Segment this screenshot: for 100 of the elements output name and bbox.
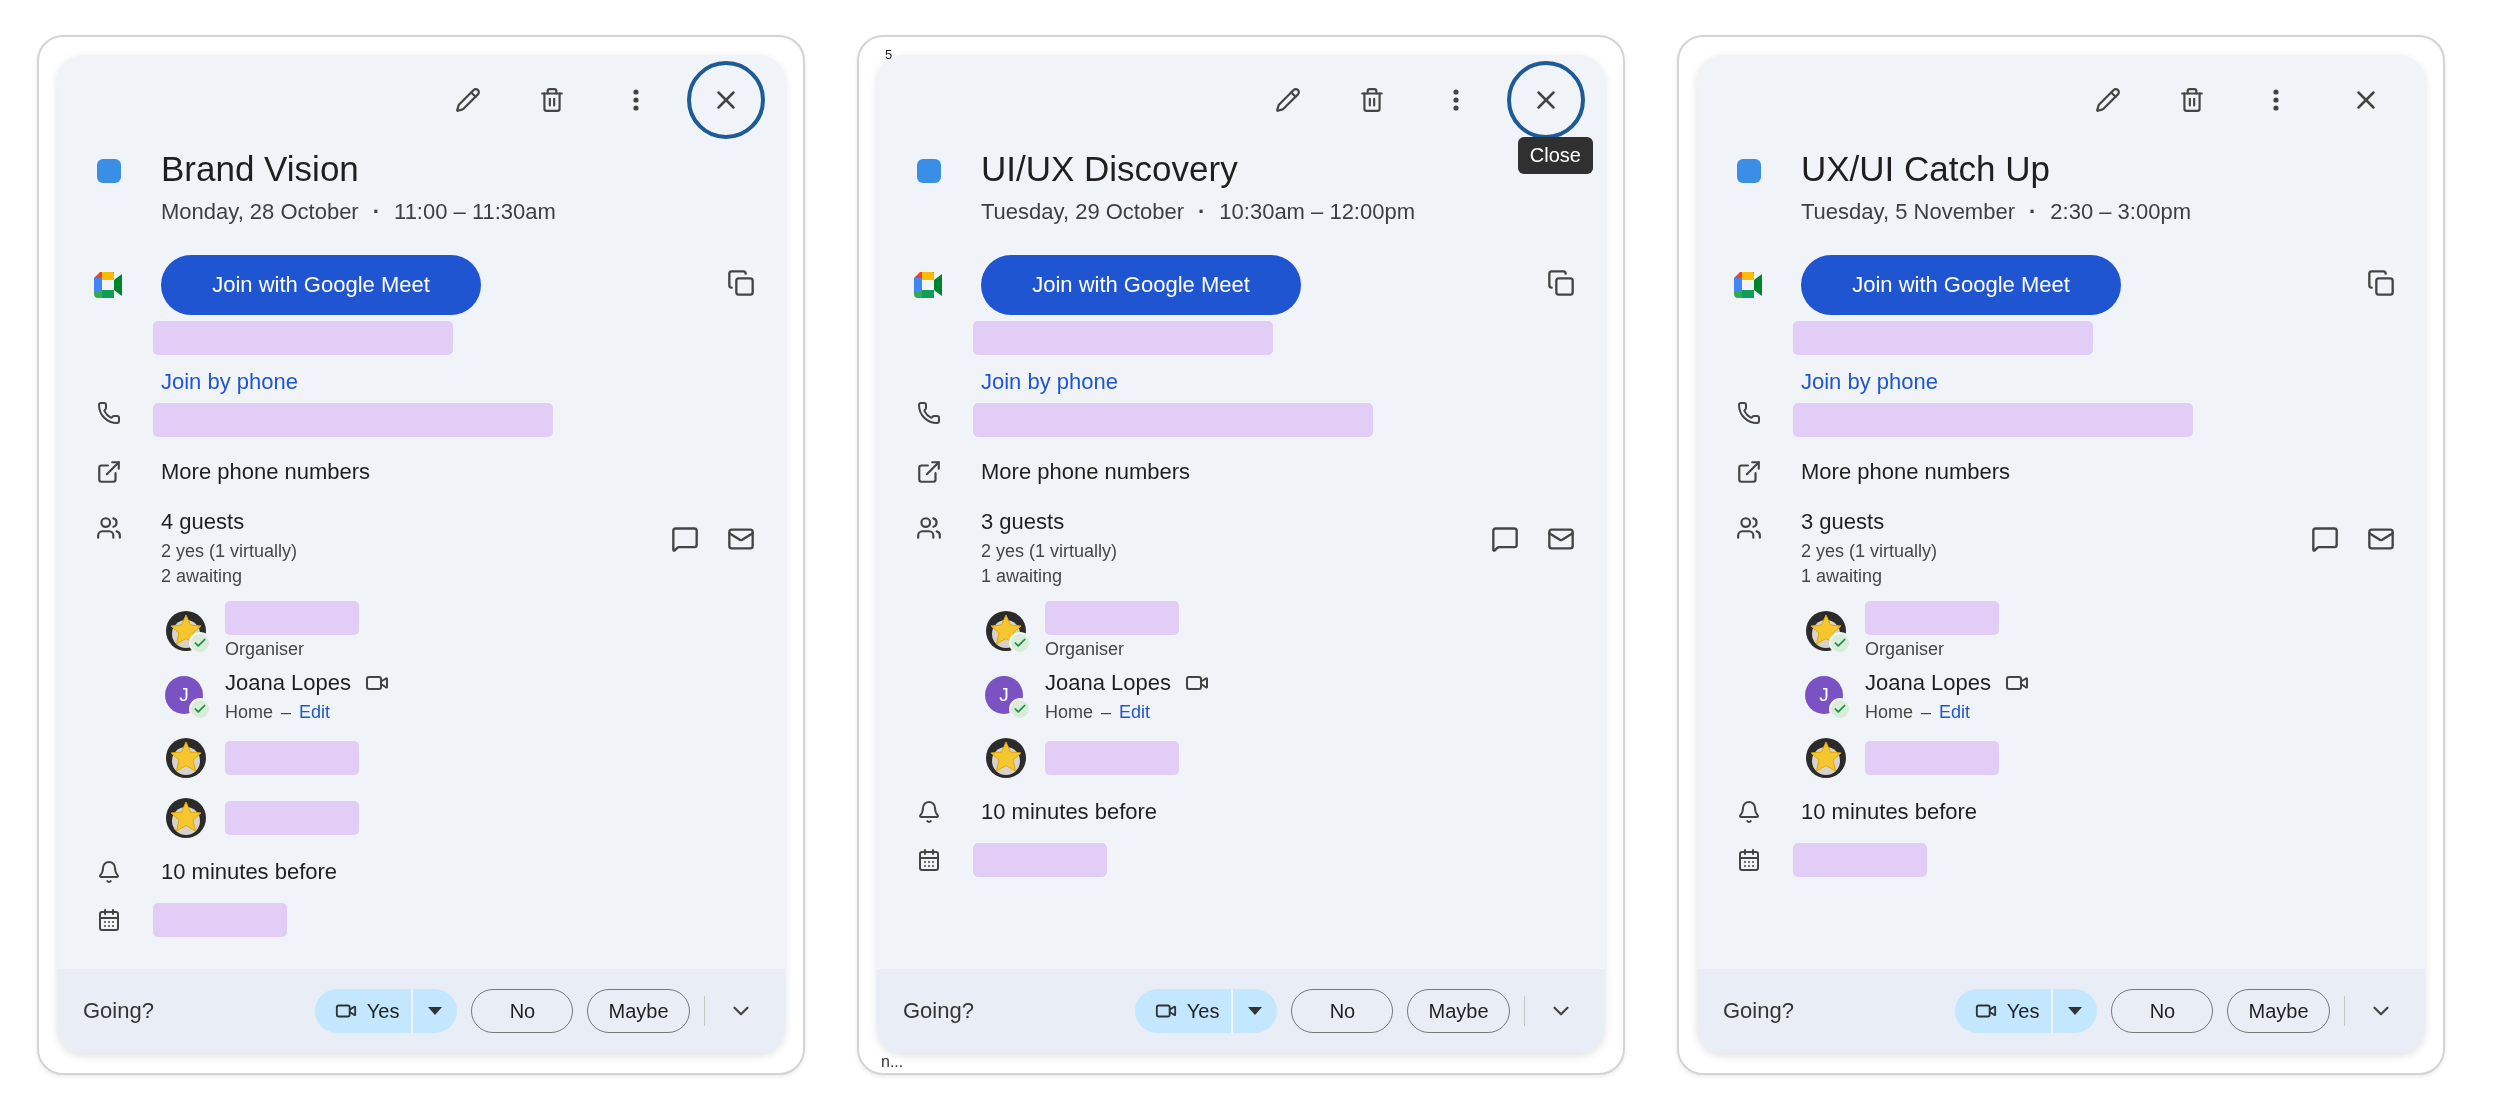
caret-icon bbox=[1248, 1007, 1263, 1015]
guest-role: Organiser bbox=[1865, 639, 1946, 660]
calendar-icon bbox=[97, 908, 121, 932]
more-vertical-icon bbox=[2273, 89, 2279, 111]
yes-button[interactable]: Yes bbox=[1954, 989, 2054, 1033]
reminder-text: 10 minutes before bbox=[981, 799, 1158, 825]
guest-yes-count: 2 yes (1 virtually) bbox=[1801, 541, 1939, 562]
pencil-icon bbox=[2095, 87, 2121, 113]
guest-name: Joana Lopes bbox=[1865, 670, 1991, 696]
yes-split-button[interactable]: Yes bbox=[1954, 989, 2098, 1033]
star-avatar-icon bbox=[985, 737, 1027, 779]
phone-icon bbox=[97, 401, 121, 425]
guest-awaiting-count: 1 awaiting bbox=[1801, 566, 1884, 587]
edit-link[interactable]: Edit bbox=[1119, 702, 1151, 723]
external-link-icon bbox=[1736, 459, 1762, 485]
event-time: 10:30am – 12:00pm bbox=[1219, 199, 1416, 225]
star-avatar-icon bbox=[165, 797, 207, 839]
edit-link[interactable]: Edit bbox=[299, 702, 331, 723]
dash-separator: – bbox=[1921, 702, 1932, 723]
yes-button[interactable]: Yes bbox=[1134, 989, 1234, 1033]
guest-count: 3 guests bbox=[981, 509, 1066, 535]
yes-button[interactable]: Yes bbox=[314, 989, 414, 1033]
calendar-icon bbox=[1737, 848, 1761, 872]
initial-avatar: J bbox=[985, 675, 1023, 714]
guests-icon bbox=[96, 515, 122, 541]
caret-icon bbox=[2068, 1007, 2083, 1015]
yes-split-button[interactable]: Yes bbox=[314, 989, 458, 1033]
copy-icon bbox=[2367, 269, 2395, 297]
trash-icon bbox=[1359, 87, 1385, 113]
copy-icon bbox=[1547, 269, 1575, 297]
guest-yes-count: 2 yes (1 virtually) bbox=[161, 541, 299, 562]
more-phone-numbers[interactable]: More phone numbers bbox=[1801, 459, 2011, 485]
guest-location: Home bbox=[225, 702, 273, 723]
initial-avatar: J bbox=[165, 675, 203, 714]
dash-separator: – bbox=[281, 702, 292, 723]
join-meet-button[interactable]: Join with Google Meet bbox=[161, 255, 481, 315]
guest-awaiting-count: 1 awaiting bbox=[981, 566, 1064, 587]
event-title: UI/UX Discovery bbox=[981, 148, 1238, 190]
calendar-icon bbox=[917, 848, 941, 872]
trash-icon bbox=[539, 87, 565, 113]
chat-icon bbox=[1491, 525, 1519, 553]
bell-icon bbox=[97, 860, 121, 884]
guest-yes-count: 2 yes (1 virtually) bbox=[981, 541, 1119, 562]
trash-icon bbox=[2179, 87, 2205, 113]
join-meet-button[interactable]: Join with Google Meet bbox=[1801, 255, 2121, 315]
more-phone-numbers[interactable]: More phone numbers bbox=[161, 459, 371, 485]
copy-icon bbox=[727, 269, 755, 297]
chat-icon bbox=[2311, 525, 2339, 553]
separator-dot: · bbox=[2029, 199, 2037, 225]
yes-split-button[interactable]: Yes bbox=[1134, 989, 1278, 1033]
more-vertical-icon bbox=[633, 89, 639, 111]
bell-icon bbox=[917, 800, 941, 824]
external-link-icon bbox=[96, 459, 122, 485]
reminder-text: 10 minutes before bbox=[161, 859, 338, 885]
join-by-phone-link[interactable]: Join by phone bbox=[1801, 369, 2425, 395]
more-phone-numbers[interactable]: More phone numbers bbox=[981, 459, 1191, 485]
event-time: 2:30 – 3:00pm bbox=[2050, 199, 2191, 225]
guest-role: Organiser bbox=[225, 639, 306, 660]
initial-avatar: J bbox=[1805, 675, 1843, 714]
phone-icon bbox=[917, 401, 941, 425]
pencil-icon bbox=[455, 87, 481, 113]
guest-location: Home bbox=[1045, 702, 1093, 723]
guests-icon bbox=[1736, 515, 1762, 541]
join-by-phone-link[interactable]: Join by phone bbox=[981, 369, 1605, 395]
guest-role: Organiser bbox=[1045, 639, 1126, 660]
chat-icon bbox=[671, 525, 699, 553]
pencil-icon bbox=[1275, 87, 1301, 113]
guest-location: Home bbox=[1865, 702, 1913, 723]
video-camera-logo-icon bbox=[1734, 272, 1764, 298]
external-link-icon bbox=[916, 459, 942, 485]
edit-link[interactable]: Edit bbox=[1939, 702, 1971, 723]
event-time: 11:00 – 11:30am bbox=[394, 199, 556, 225]
event-title: UX/UI Catch Up bbox=[1801, 148, 2050, 190]
event-title: Brand Vision bbox=[161, 148, 359, 190]
guest-name: Joana Lopes bbox=[1045, 670, 1171, 696]
phone-icon bbox=[1737, 401, 1761, 425]
guest-count: 4 guests bbox=[161, 509, 246, 535]
guests-icon bbox=[916, 515, 942, 541]
event-date: Tuesday, 5 November bbox=[1801, 199, 2015, 225]
caret-icon bbox=[428, 1007, 443, 1015]
star-avatar-icon bbox=[165, 737, 207, 779]
reminder-text: 10 minutes before bbox=[1801, 799, 1978, 825]
going-label: Going? bbox=[903, 998, 975, 1024]
going-label: Going? bbox=[83, 998, 155, 1024]
guest-count: 3 guests bbox=[1801, 509, 1886, 535]
video-camera-logo-icon bbox=[914, 272, 944, 298]
close-button[interactable] bbox=[687, 61, 765, 139]
more-vertical-icon bbox=[1453, 89, 1459, 111]
guest-name: Joana Lopes bbox=[225, 670, 351, 696]
close-tooltip: Close bbox=[1517, 137, 1593, 174]
event-date: Tuesday, 29 October bbox=[981, 199, 1184, 225]
corner-label: 5 bbox=[885, 47, 893, 62]
dash-separator: – bbox=[1101, 702, 1112, 723]
join-meet-button[interactable]: Join with Google Meet bbox=[981, 255, 1301, 315]
video-camera-logo-icon bbox=[94, 272, 124, 298]
going-label: Going? bbox=[1723, 998, 1795, 1024]
star-avatar-icon bbox=[1805, 737, 1847, 779]
event-date: Monday, 28 October bbox=[161, 199, 359, 225]
join-by-phone-link[interactable]: Join by phone bbox=[161, 369, 785, 395]
background-text: n... bbox=[881, 1053, 904, 1071]
